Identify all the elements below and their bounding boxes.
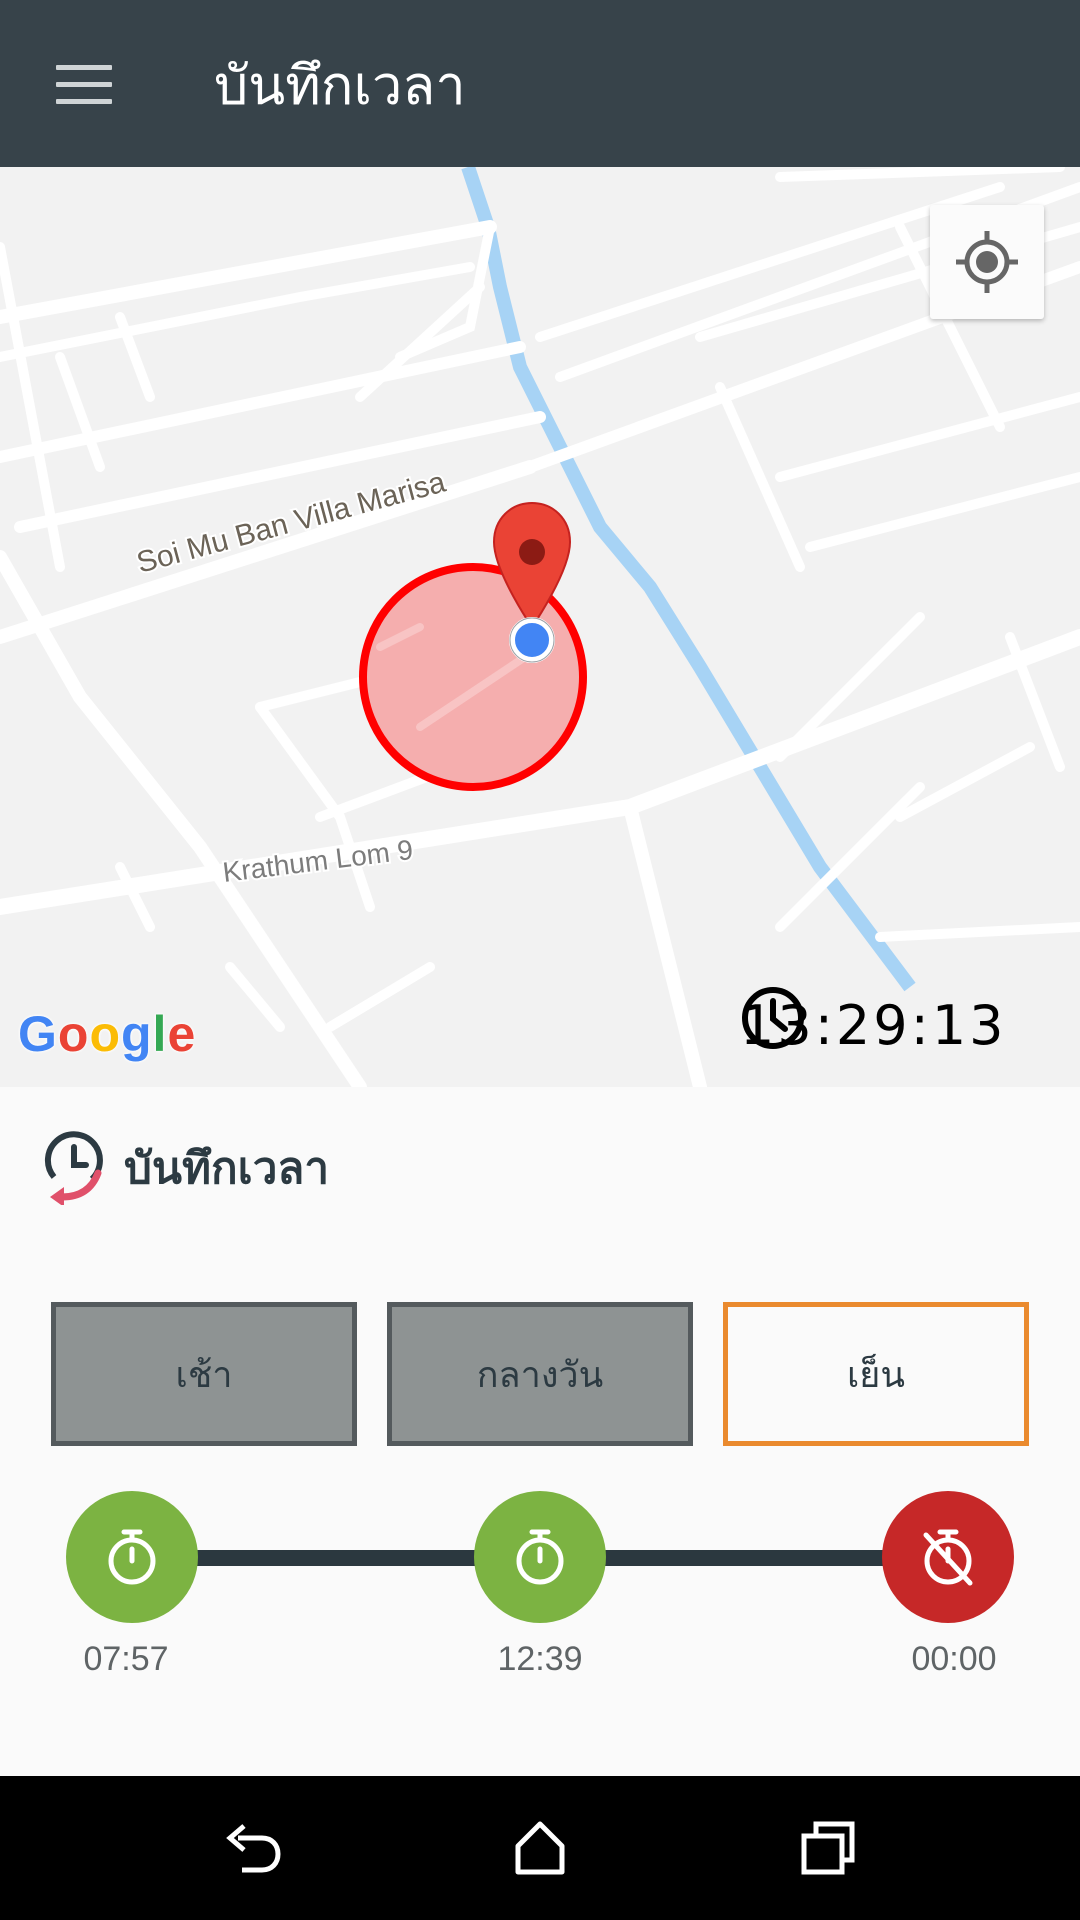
street-label: Soi Mu Ban Villa Marisa bbox=[133, 466, 449, 580]
hamburger-menu-icon[interactable] bbox=[36, 44, 132, 124]
period-label: กลางวัน bbox=[476, 1354, 604, 1396]
time-label-morning: 07:57 bbox=[83, 1640, 169, 1678]
geofence-circle bbox=[359, 563, 587, 791]
my-location-icon bbox=[956, 231, 1018, 293]
period-morning-button[interactable]: เช้า bbox=[51, 1302, 357, 1446]
google-attribution-logo: Google bbox=[18, 1006, 197, 1062]
period-evening-button[interactable]: เย็น bbox=[723, 1302, 1029, 1446]
time-history-icon bbox=[44, 1131, 103, 1205]
my-location-button[interactable] bbox=[930, 205, 1044, 319]
period-label: เช้า bbox=[175, 1354, 233, 1396]
map-canvas: Soi Mu Ban Villa Marisa Krathum Lom 9 bbox=[0, 167, 1080, 1087]
street-label: Krathum Lom 9 bbox=[221, 834, 415, 888]
page-title: บันทึกเวลา bbox=[214, 54, 466, 117]
timer-noon[interactable] bbox=[474, 1491, 606, 1623]
home-button[interactable] bbox=[490, 1798, 590, 1898]
recents-button[interactable] bbox=[778, 1798, 878, 1898]
stopwatch-off-icon bbox=[923, 1529, 973, 1586]
recents-icon bbox=[801, 1821, 855, 1875]
current-location-dot bbox=[509, 617, 555, 663]
back-icon bbox=[226, 1824, 281, 1873]
period-noon-button[interactable]: กลางวัน bbox=[387, 1302, 693, 1446]
app-bar: บันทึกเวลา bbox=[0, 0, 1080, 167]
current-time-readout: 13:29:13 bbox=[740, 985, 1007, 1065]
timer-evening[interactable] bbox=[882, 1491, 1014, 1623]
panel-header: บันทึกเวลา bbox=[40, 1128, 329, 1208]
period-label: เย็น bbox=[846, 1354, 905, 1396]
timer-morning[interactable] bbox=[66, 1491, 198, 1623]
stopwatch-icon bbox=[108, 1529, 156, 1585]
clock-icon bbox=[742, 987, 804, 1049]
map-view[interactable]: Soi Mu Ban Villa Marisa Krathum Lom 9 Go… bbox=[0, 167, 1080, 1087]
panel-title: บันทึกเวลา bbox=[124, 1143, 330, 1194]
time-label-noon: 12:39 bbox=[497, 1640, 583, 1678]
time-label-evening: 00:00 bbox=[911, 1640, 997, 1678]
back-button[interactable] bbox=[202, 1798, 302, 1898]
stopwatch-icon bbox=[516, 1529, 564, 1585]
system-nav-bar bbox=[0, 1776, 1080, 1920]
home-icon bbox=[515, 1821, 565, 1875]
